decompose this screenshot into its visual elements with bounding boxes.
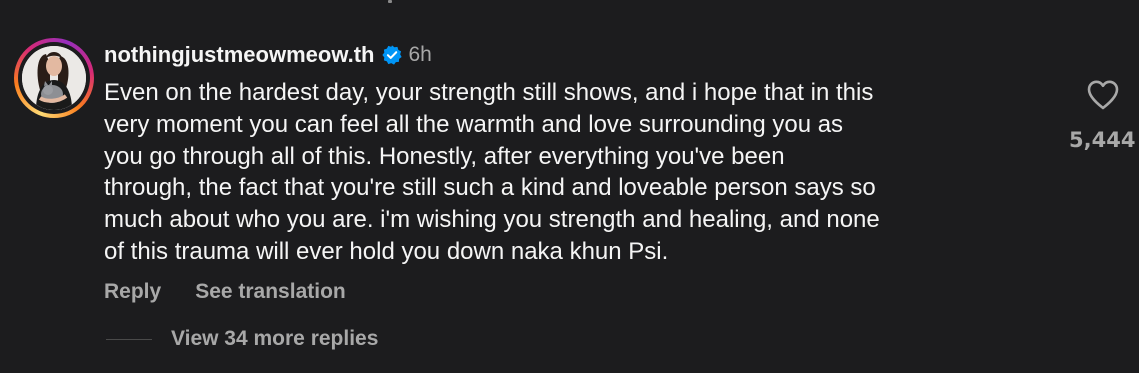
comment-item: nothingjustmeowmeow.th 6h Even on the ha… <box>0 0 1139 373</box>
comment-timestamp[interactable]: 6h <box>409 43 432 67</box>
comment-header: nothingjustmeowmeow.th 6h <box>104 40 432 70</box>
avatar <box>22 46 86 110</box>
replies-divider-line <box>106 338 152 340</box>
username-link[interactable]: nothingjustmeowmeow.th <box>104 42 375 68</box>
view-replies-label: View 34 more replies <box>171 327 379 350</box>
like-count[interactable]: 5,444 <box>1069 128 1135 152</box>
heart-outline-icon[interactable] <box>1086 79 1120 111</box>
view-replies-button[interactable]: View 34 more replies <box>106 327 378 351</box>
cropped-content-fragment <box>388 0 392 3</box>
comment-body: Even on the hardest day, your strength s… <box>104 79 880 265</box>
avatar-photo-icon <box>22 46 86 110</box>
like-column: 5,444 <box>1066 76 1139 156</box>
comment-actions: Reply See translation <box>104 280 346 304</box>
see-translation-button[interactable]: See translation <box>195 280 346 304</box>
reply-button[interactable]: Reply <box>104 280 161 304</box>
avatar-story-ring[interactable] <box>14 38 94 118</box>
verified-badge-icon <box>381 45 402 65</box>
